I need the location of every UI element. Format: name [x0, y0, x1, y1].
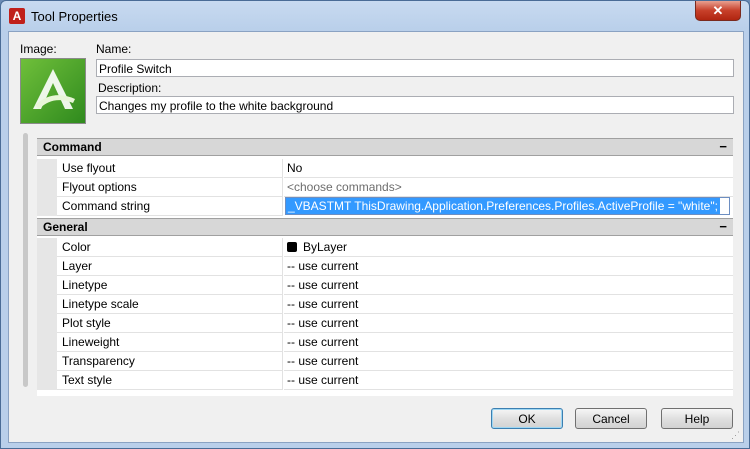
- property-value[interactable]: -- use current: [284, 333, 733, 352]
- description-label: Description:: [98, 81, 162, 95]
- property-value[interactable]: -- use current: [284, 295, 733, 314]
- property-row-linetype-scale[interactable]: Linetype scale -- use current: [37, 295, 733, 314]
- command-string-input[interactable]: _VBASTMT ThisDrawing.Application.Prefere…: [285, 197, 730, 215]
- property-value[interactable]: ByLayer: [284, 238, 733, 257]
- help-button[interactable]: Help: [661, 408, 733, 429]
- cancel-button[interactable]: Cancel: [575, 408, 647, 429]
- row-gutter: [37, 333, 57, 352]
- tool-logo-icon: [33, 69, 75, 109]
- property-row-flyout-options[interactable]: Flyout options <choose commands>: [37, 178, 733, 197]
- row-gutter: [37, 197, 57, 216]
- name-field[interactable]: Profile Switch: [96, 59, 734, 77]
- image-label: Image:: [20, 42, 57, 56]
- tool-properties-dialog: A Tool Properties ✕ Image: Name: Profile…: [0, 0, 750, 449]
- row-gutter: [37, 314, 57, 333]
- property-row-use-flyout[interactable]: Use flyout No: [37, 159, 733, 178]
- property-row-linetype[interactable]: Linetype -- use current: [37, 276, 733, 295]
- property-value[interactable]: -- use current: [284, 371, 733, 390]
- property-name: Use flyout: [57, 159, 283, 178]
- property-value[interactable]: -- use current: [284, 352, 733, 371]
- row-gutter: [37, 238, 57, 257]
- property-name: Layer: [57, 257, 283, 276]
- property-name: Text style: [57, 371, 283, 390]
- dialog-client-area: Image: Name: Profile Switch Description:…: [8, 31, 744, 443]
- ok-button[interactable]: OK: [491, 408, 563, 429]
- resize-grip-icon[interactable]: ⋰: [731, 430, 741, 440]
- property-row-plot-style[interactable]: Plot style -- use current: [37, 314, 733, 333]
- property-name: Flyout options: [57, 178, 283, 197]
- color-swatch-icon: [287, 242, 297, 252]
- palette-collapse-bar[interactable]: [23, 133, 28, 387]
- row-gutter: [37, 352, 57, 371]
- collapse-toggle-icon[interactable]: −: [719, 219, 727, 234]
- row-gutter: [37, 276, 57, 295]
- category-general[interactable]: General −: [37, 218, 733, 236]
- property-value[interactable]: -- use current: [284, 314, 733, 333]
- property-value[interactable]: -- use current: [284, 257, 733, 276]
- property-name: Command string: [57, 197, 283, 216]
- color-value-text: ByLayer: [303, 240, 348, 254]
- property-value[interactable]: -- use current: [284, 276, 733, 295]
- property-row-color[interactable]: Color ByLayer: [37, 238, 733, 257]
- property-name: Transparency: [57, 352, 283, 371]
- category-command[interactable]: Command −: [37, 138, 733, 156]
- property-row-text-style[interactable]: Text style -- use current: [37, 371, 733, 390]
- property-row-layer[interactable]: Layer -- use current: [37, 257, 733, 276]
- command-string-selection: _VBASTMT ThisDrawing.Application.Prefere…: [286, 198, 720, 214]
- property-row-command-string[interactable]: Command string _VBASTMT ThisDrawing.Appl…: [37, 197, 733, 216]
- property-name: Plot style: [57, 314, 283, 333]
- row-gutter: [37, 371, 57, 390]
- row-gutter: [37, 159, 57, 178]
- row-gutter: [37, 178, 57, 197]
- property-name: Color: [57, 238, 283, 257]
- row-gutter: [37, 257, 57, 276]
- name-label: Name:: [96, 42, 132, 56]
- description-field[interactable]: Changes my profile to the white backgrou…: [96, 96, 734, 114]
- close-button[interactable]: ✕: [695, 1, 741, 21]
- title-bar[interactable]: A Tool Properties ✕: [1, 1, 749, 31]
- autocad-app-icon[interactable]: A: [9, 8, 25, 24]
- row-gutter: [37, 295, 57, 314]
- property-row-lineweight[interactable]: Lineweight -- use current: [37, 333, 733, 352]
- collapse-toggle-icon[interactable]: −: [719, 139, 727, 154]
- property-name: Linetype scale: [57, 295, 283, 314]
- property-name: Lineweight: [57, 333, 283, 352]
- dialog-title: Tool Properties: [31, 9, 118, 24]
- category-general-label: General: [43, 220, 88, 234]
- property-row-transparency[interactable]: Transparency -- use current: [37, 352, 733, 371]
- property-value[interactable]: No: [284, 159, 733, 178]
- tool-image-thumbnail[interactable]: [20, 58, 86, 124]
- properties-grid: Command − Use flyout No Flyout options <…: [37, 138, 733, 396]
- property-value[interactable]: <choose commands>: [284, 178, 733, 197]
- property-name: Linetype: [57, 276, 283, 295]
- category-command-label: Command: [43, 140, 102, 154]
